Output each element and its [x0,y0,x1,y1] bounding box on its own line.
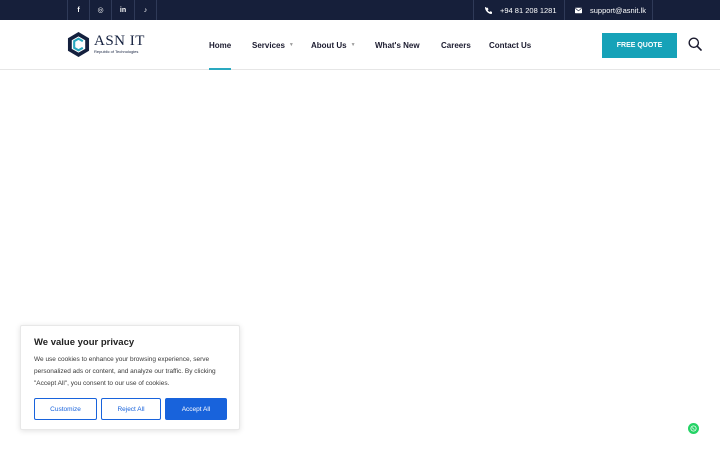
phone-link[interactable]: +94 81 208 1281 [473,0,564,20]
customize-button[interactable]: Customize [34,398,97,420]
top-bar: f ◎ in ♪ +94 81 208 1281 support@asnit.l… [0,0,720,20]
cookie-title: We value your privacy [34,337,135,348]
nav-contact[interactable]: Contact Us [489,20,531,70]
nav-services-label: Services [252,40,285,50]
logo-mark-icon [67,32,90,57]
cookie-text: We use cookies to enhance your browsing … [34,356,216,387]
nav-services[interactable]: Services ▼ [252,20,294,70]
reject-all-button[interactable]: Reject All [101,398,161,420]
nav-whats-new[interactable]: What's New [375,20,420,70]
mail-icon [575,7,582,13]
logo-name: ASN IT [94,33,145,49]
facebook-icon[interactable]: f [67,0,89,20]
email-address: support@asnit.lk [590,5,646,15]
nav-about-label: About Us [311,40,347,50]
tiktok-icon[interactable]: ♪ [134,0,157,20]
search-icon[interactable] [688,37,702,51]
chevron-down-icon: ▼ [288,42,294,48]
accept-all-button[interactable]: Accept All [165,398,227,420]
email-link[interactable]: support@asnit.lk [564,0,653,20]
phone-icon [485,6,492,14]
whatsapp-icon [690,425,697,432]
nav-home-label: Home [209,40,232,50]
instagram-icon[interactable]: ◎ [89,0,111,20]
logo[interactable]: ASN IT Republic of Technologies [67,31,145,58]
nav-whats-new-label: What's New [375,40,420,50]
phone-number: +94 81 208 1281 [500,5,557,15]
cookie-consent-banner: We value your privacy We use cookies to … [20,325,240,430]
free-quote-button[interactable]: FREE QUOTE [602,33,677,58]
nav-careers-label: Careers [441,40,471,50]
linkedin-icon[interactable]: in [111,0,134,20]
nav-careers[interactable]: Careers [441,20,471,70]
nav-about[interactable]: About Us ▼ [311,20,356,70]
chevron-down-icon: ▼ [350,42,356,48]
site-header: ASN IT Republic of Technologies Home Ser… [0,20,720,70]
nav-home[interactable]: Home [209,20,232,70]
nav-contact-label: Contact Us [489,40,532,50]
logo-tagline: Republic of Technologies [94,49,139,54]
whatsapp-button[interactable] [688,423,699,434]
active-nav-indicator [209,68,232,70]
